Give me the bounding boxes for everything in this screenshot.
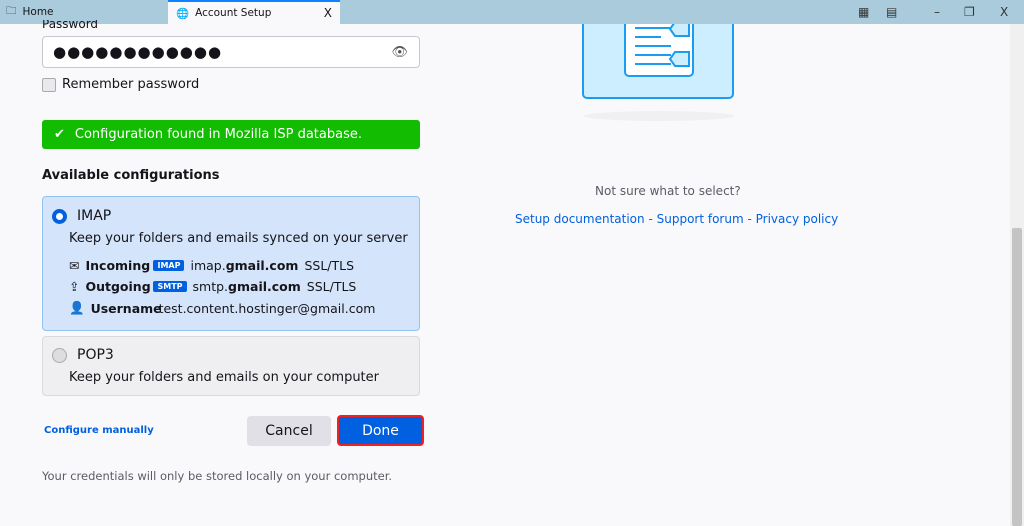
title-bar: 🗀 Home 🌐 Account Setup X ▦ ▤ – ❐ X [0,0,1024,24]
illustration-icon [582,24,734,121]
pop3-option[interactable]: POP3 Keep your folders and emails on you… [42,336,420,396]
tab-close-button[interactable]: X [324,6,332,20]
pop3-description: Keep your folders and emails on your com… [69,370,379,385]
support-forum-link[interactable]: Support forum [657,212,744,226]
setup-documentation-link[interactable]: Setup documentation [515,212,645,226]
hide-password-icon[interactable]: 👁 [391,45,409,60]
user-icon: 👤 [69,300,85,315]
minimize-button[interactable]: – [934,0,940,24]
tab-account-setup[interactable]: 🌐 Account Setup X [168,0,340,24]
imap-description: Keep your folders and emails synced on y… [69,231,408,246]
password-label: Password [42,20,99,31]
folder-icon: 🗀 [6,5,17,17]
password-field[interactable]: ●●●●●●●●●●●● 👁 [42,36,420,68]
imap-radio[interactable] [52,208,67,224]
outbox-icon: ⇪ [69,279,80,294]
remember-password-checkbox[interactable]: Remember password [42,77,199,92]
scrollbar[interactable] [1010,24,1024,526]
configure-manually-link[interactable]: Configure manually [44,425,154,436]
pop3-radio[interactable] [52,347,67,363]
scrollbar-thumb[interactable] [1012,228,1022,526]
config-found-banner: ✔ Configuration found in Mozilla ISP data… [42,120,420,149]
imap-option[interactable]: IMAP Keep your folders and emails synced… [42,196,420,331]
help-question: Not sure what to select? [595,184,741,198]
tasks-icon[interactable]: ▤ [886,0,897,24]
restore-button[interactable]: ❐ [964,0,975,24]
inbox-icon: ✉ [69,258,80,273]
credentials-note: Your credentials will only be stored loc… [42,469,393,483]
cancel-button[interactable]: Cancel [247,416,331,446]
done-button[interactable]: Done [337,415,424,446]
checkbox[interactable] [42,77,56,92]
calendar-icon[interactable]: ▦ [858,0,869,24]
window-close-button[interactable]: X [1000,0,1008,24]
privacy-policy-link[interactable]: Privacy policy [756,212,839,226]
available-configs-heading: Available configurations [42,168,220,183]
globe-icon: 🌐 [176,7,190,20]
help-links: Setup documentation - Support forum - Pr… [515,212,839,226]
check-icon: ✔ [54,127,65,142]
